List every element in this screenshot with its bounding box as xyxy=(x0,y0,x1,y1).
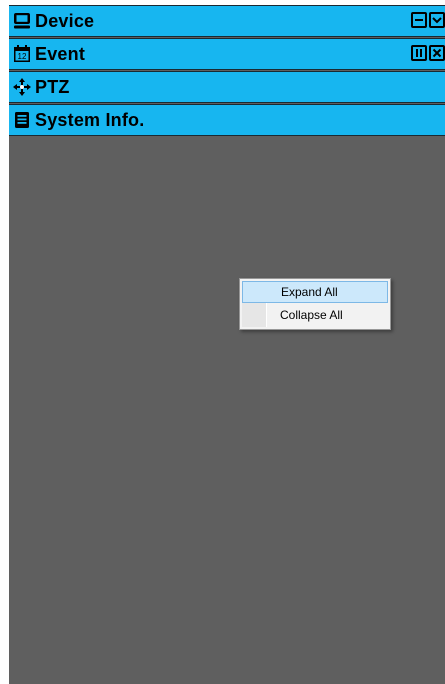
menu-item-collapse-all[interactable]: Collapse All xyxy=(242,305,388,327)
event-header-actions xyxy=(411,45,445,61)
header-system-info-label: System Info. xyxy=(35,109,145,130)
header-device[interactable]: Device xyxy=(9,5,445,37)
close-icon[interactable] xyxy=(429,45,445,61)
header-event-label: Event xyxy=(35,43,86,64)
header-device-label: Device xyxy=(35,10,95,31)
chevron-down-icon[interactable] xyxy=(429,12,445,28)
document-icon xyxy=(13,111,31,129)
device-header-actions xyxy=(411,12,445,28)
header-ptz-label: PTZ xyxy=(35,76,70,97)
menu-item-expand-all-label: Expand All xyxy=(281,285,338,299)
context-menu: Expand All Collapse All xyxy=(239,278,391,330)
menu-item-collapse-all-label: Collapse All xyxy=(280,308,343,322)
calendar-icon: 12 xyxy=(13,45,31,63)
calendar-day: 12 xyxy=(18,52,27,61)
header-event[interactable]: 12 Event xyxy=(9,38,445,70)
pause-icon[interactable] xyxy=(411,45,427,61)
header-system-info[interactable]: System Info. xyxy=(9,104,445,136)
monitor-icon xyxy=(13,12,31,30)
main-panel: Device 12 Event PTZ System Info. xyxy=(9,5,445,684)
header-ptz[interactable]: PTZ xyxy=(9,71,445,103)
move-arrows-icon xyxy=(13,78,31,96)
minimize-icon[interactable] xyxy=(411,12,427,28)
menu-item-expand-all[interactable]: Expand All xyxy=(242,281,388,303)
